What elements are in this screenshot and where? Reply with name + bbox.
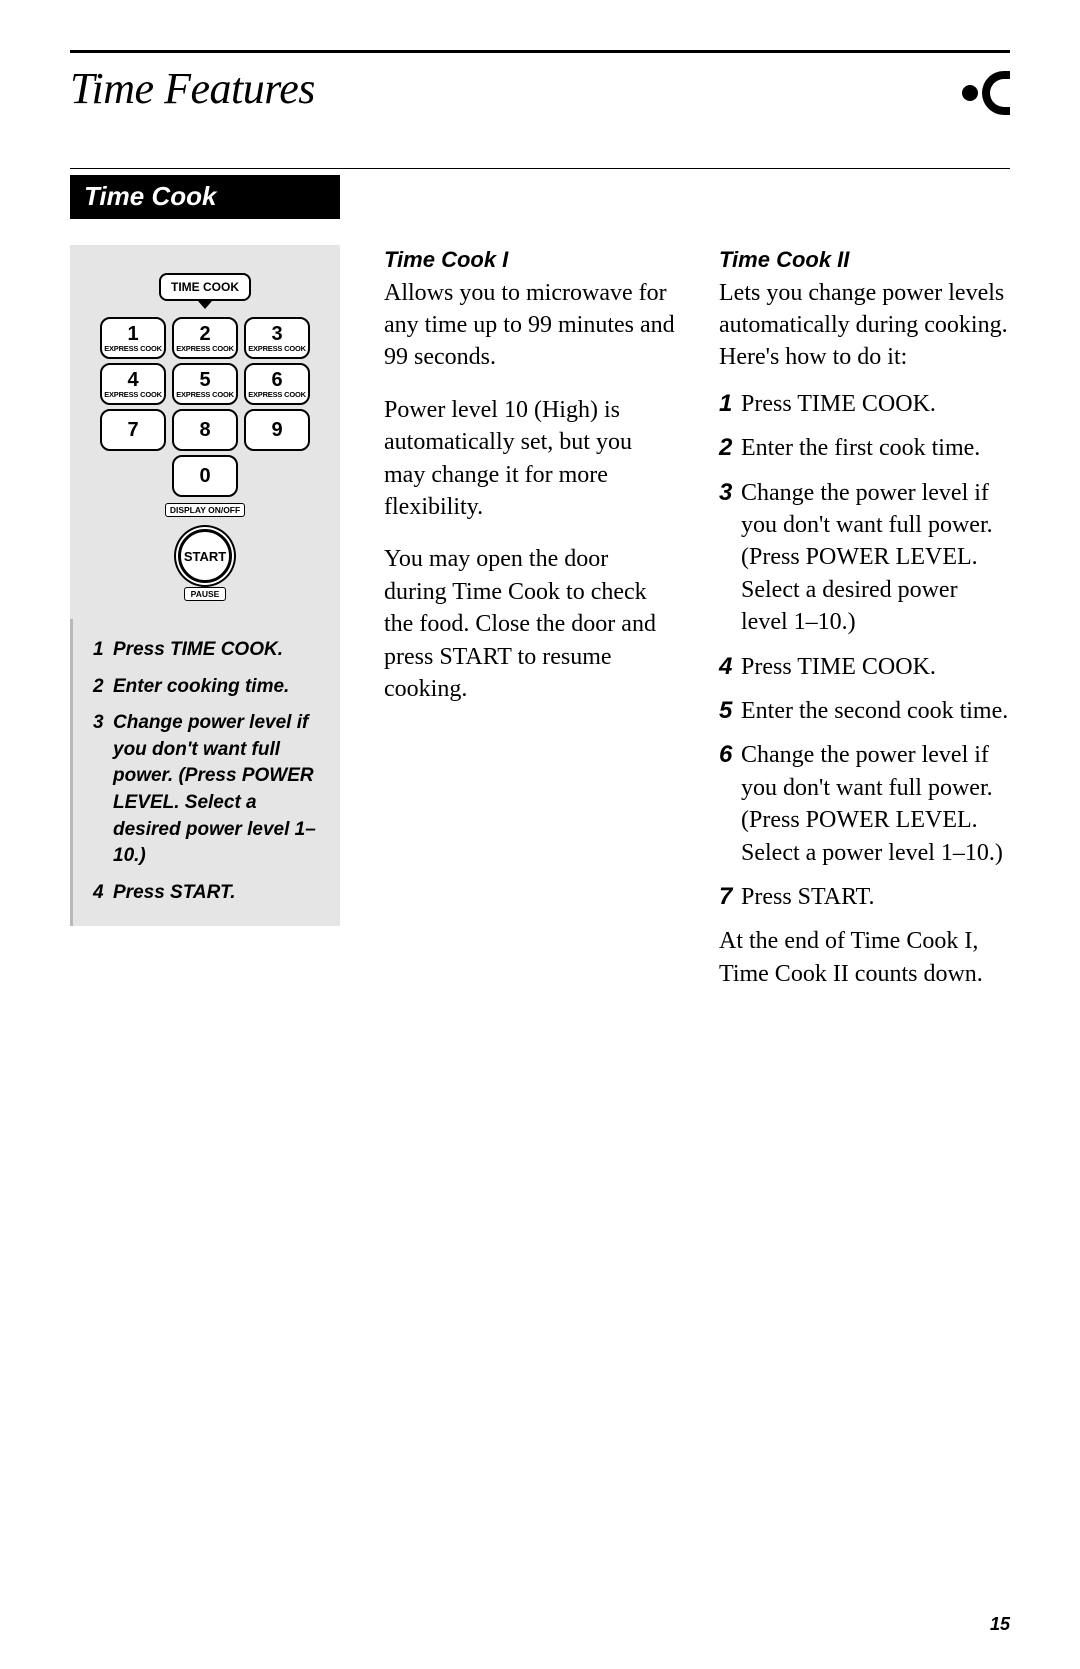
top-rule	[70, 50, 1010, 53]
mid-para-3: You may open the door during Time Cook t…	[384, 543, 675, 705]
tc2-step-2: Enter the first cook time.	[741, 432, 1010, 464]
quick-steps: 1Press TIME COOK. 2Enter cooking time. 3…	[70, 619, 340, 926]
time-cook-2-heading: Time Cook II	[719, 245, 1010, 275]
content-columns: TIME COOK 1EXPRESS COOK 2EXPRESS COOK 3E…	[70, 245, 1010, 990]
start-button: START	[178, 529, 232, 583]
tc2-step-1: Press TIME COOK.	[741, 388, 1010, 420]
right-intro: Lets you change power levels automatical…	[719, 277, 1010, 374]
section-title: Time Cook	[70, 175, 340, 219]
keypad-key-2: 2EXPRESS COOK	[172, 317, 238, 359]
time-cook-2-steps: 1Press TIME COOK. 2Enter the first cook …	[719, 388, 1010, 913]
keypad-key-7: 7	[100, 409, 166, 451]
quick-step-1: Press TIME COOK.	[113, 637, 283, 664]
keypad-key-6: 6EXPRESS COOK	[244, 363, 310, 405]
page-title: Time Features	[70, 63, 315, 114]
pause-label: PAUSE	[184, 587, 227, 601]
time-cook-button: TIME COOK	[159, 273, 251, 301]
right-closing: At the end of Time Cook I, Time Cook II …	[719, 925, 1010, 990]
quick-step-4: Press START.	[113, 880, 236, 907]
time-cook-1-heading: Time Cook I	[384, 245, 675, 275]
display-on-off-label: DISPLAY ON/OFF	[165, 503, 245, 517]
keypad-key-0: 0	[172, 455, 238, 497]
quick-step-2: Enter cooking time.	[113, 674, 289, 701]
right-column: Time Cook II Lets you change power level…	[719, 245, 1010, 990]
keypad-key-5: 5EXPRESS COOK	[172, 363, 238, 405]
keypad-panel: TIME COOK 1EXPRESS COOK 2EXPRESS COOK 3E…	[70, 245, 340, 619]
tc2-step-7: Press START.	[741, 881, 1010, 913]
divider	[70, 168, 1010, 169]
keypad-key-1: 1EXPRESS COOK	[100, 317, 166, 359]
middle-column: Time Cook I Allows you to microwave for …	[384, 245, 675, 725]
keypad-key-3: 3EXPRESS COOK	[244, 317, 310, 359]
keypad-key-8: 8	[172, 409, 238, 451]
quick-step-3: Change power level if you don't want ful…	[113, 710, 318, 870]
tc2-step-6: Change the power level if you don't want…	[741, 739, 1010, 869]
triangle-down-icon	[198, 301, 212, 309]
mid-para-1: Allows you to microwave for any time up …	[384, 277, 675, 374]
keypad-key-4: 4EXPRESS COOK	[100, 363, 166, 405]
left-column: TIME COOK 1EXPRESS COOK 2EXPRESS COOK 3E…	[70, 245, 340, 926]
mid-para-2: Power level 10 (High) is automatically s…	[384, 394, 675, 524]
tc2-step-4: Press TIME COOK.	[741, 651, 1010, 683]
tc2-step-5: Enter the second cook time.	[741, 695, 1010, 727]
tc2-step-3: Change the power level if you don't want…	[741, 477, 1010, 639]
keypad-key-9: 9	[244, 409, 310, 451]
page-number: 15	[990, 1614, 1010, 1635]
brand-logo	[940, 63, 1010, 123]
